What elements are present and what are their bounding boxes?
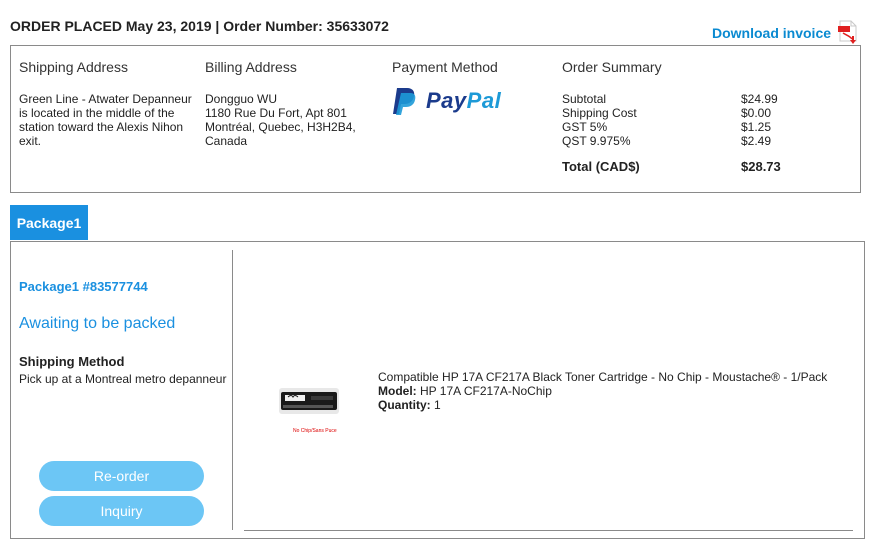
product-divider [244,530,853,531]
paypal-wordmark: PayPal [426,90,501,112]
summary-label: QST 9.975% [562,134,631,148]
summary-total-row: Total (CAD$) $28.73 [562,160,842,174]
paypal-wordmark-pal: Pal [466,88,502,113]
product-model-row: Model: HP 17A CF217A-NoChip [378,384,827,398]
summary-total-value: $28.73 [741,159,781,174]
inquiry-button[interactable]: Inquiry [39,496,204,526]
summary-value: $1.25 [741,120,772,134]
shipping-method-value: Pick up at a Montreal metro depanneur [19,372,227,386]
summary-label: GST 5% [562,120,608,134]
shipping-method-label: Shipping Method [19,354,125,369]
order-header: ORDER PLACED May 23, 2019 | Order Number… [10,18,389,34]
shipping-address-section: Shipping Address Green Line - Atwater De… [19,60,199,148]
summary-value: $2.49 [741,134,772,148]
product-quantity-label: Quantity: [378,398,431,412]
order-summary-title: Order Summary [562,59,662,75]
package-divider [232,250,233,530]
order-summary-section: Order Summary Subtotal $24.99 Shipping C… [562,60,842,174]
package-id: Package1 #83577744 [19,279,148,294]
billing-address-section: Billing Address Dongguo WU 1180 Rue Du F… [205,60,385,148]
download-invoice-link[interactable]: Download invoice [712,20,859,46]
summary-row: Subtotal $24.99 [562,92,842,106]
paypal-logo: PayPal [392,86,552,116]
product-image-caption: No Chip/Sans Puce [293,428,337,434]
summary-label: Subtotal [562,92,607,106]
summary-value: $0.00 [741,106,772,120]
billing-address-title: Billing Address [205,59,297,75]
package-panel: Package1 #83577744 Awaiting to be packed… [10,241,865,539]
billing-address-line: Montréal, Quebec, H3H2B4, [205,120,356,134]
order-summary-panel: Shipping Address Green Line - Atwater De… [10,45,861,193]
product-quantity-row: Quantity: 1 [378,398,827,412]
product-info: Compatible HP 17A CF217A Black Toner Car… [378,370,827,412]
payment-method-title: Payment Method [392,59,498,75]
tab-package1[interactable]: Package1 [10,205,88,240]
pdf-download-icon [838,20,857,44]
billing-address-line: Dongguo WU [205,92,278,106]
download-invoice-label: Download invoice [712,25,832,41]
toner-cartridge-image[interactable] [277,370,341,434]
product-model-value: HP 17A CF217A-NoChip [420,384,552,398]
product-model-label: Model: [378,384,417,398]
payment-method-section: Payment Method PayPal [392,60,552,116]
product-name[interactable]: Compatible HP 17A CF217A Black Toner Car… [378,370,827,384]
billing-address-line: Canada [205,134,248,148]
product-quantity-value: 1 [434,398,441,412]
summary-label: Shipping Cost [562,106,637,120]
package-status: Awaiting to be packed [19,315,176,332]
shipping-address-title: Shipping Address [19,59,128,75]
shipping-address-line: Green Line - Atwater Depanneur is locate… [19,92,192,148]
summary-row: GST 5% $1.25 [562,120,842,134]
summary-row: QST 9.975% $2.49 [562,134,842,148]
billing-address-line: 1180 Rue Du Fort, Apt 801 [205,106,347,120]
summary-row: Shipping Cost $0.00 [562,106,842,120]
paypal-icon [393,88,416,115]
reorder-button[interactable]: Re-order [39,461,204,491]
summary-value: $24.99 [741,92,778,106]
summary-total-label: Total (CAD$) [562,159,640,174]
paypal-wordmark-pay: Pay [426,88,467,113]
